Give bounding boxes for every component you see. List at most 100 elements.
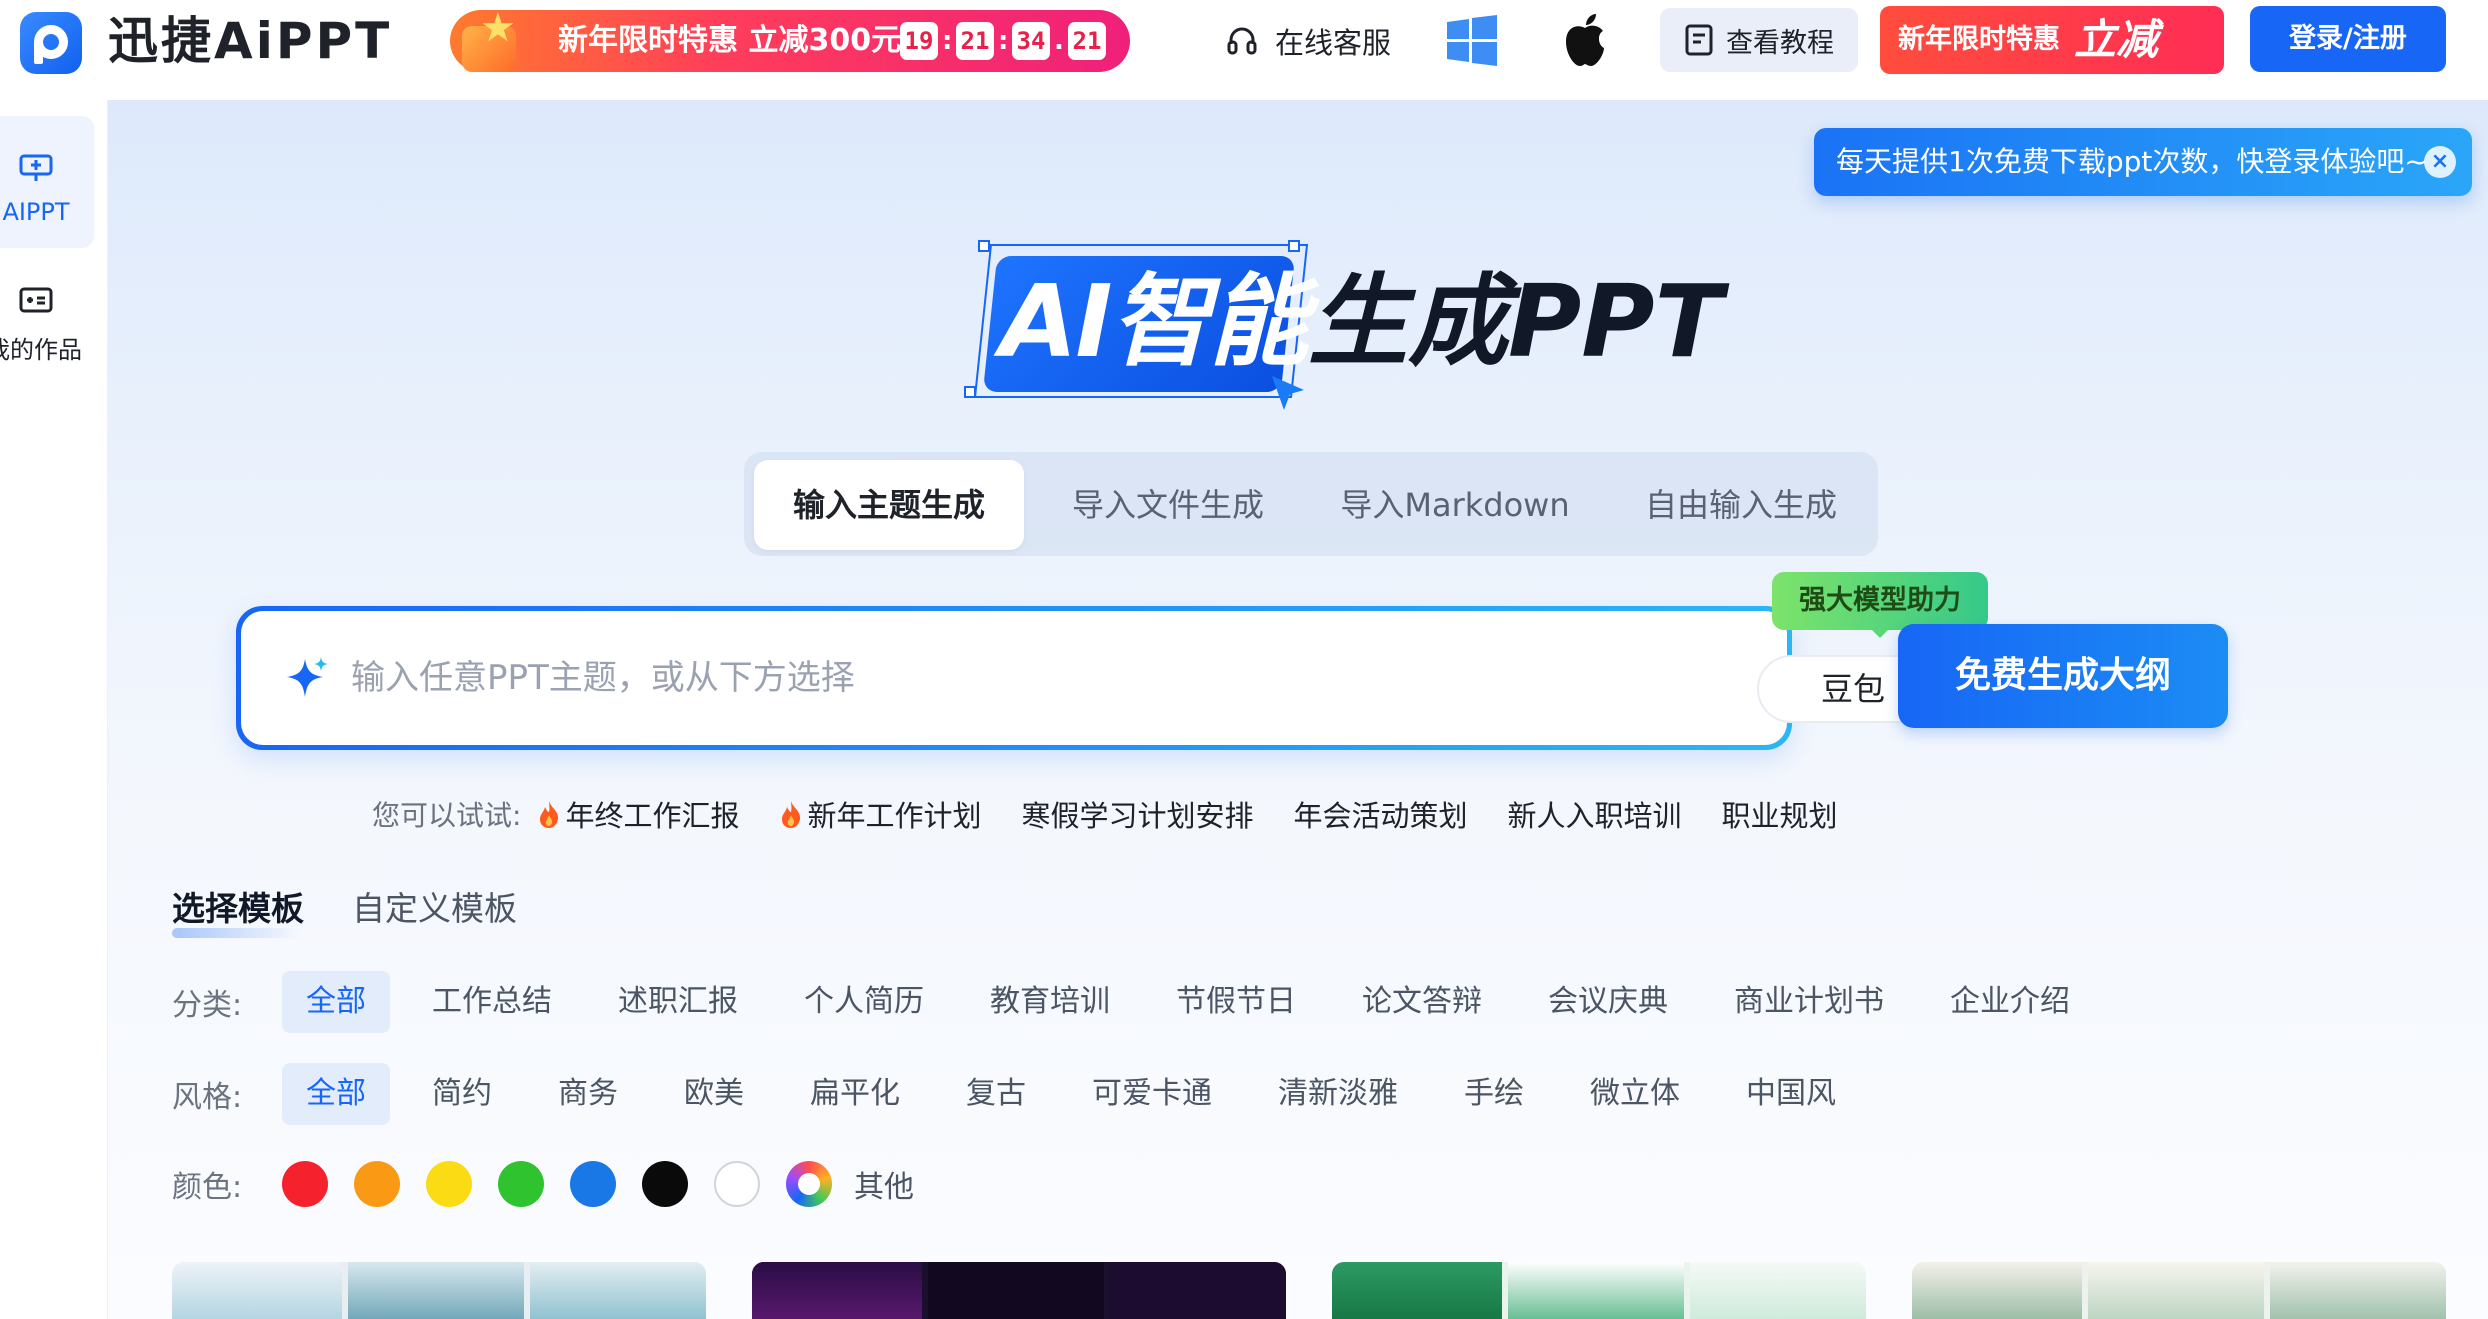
suggestion-chip[interactable]: 职业规划: [1722, 793, 1838, 835]
category-option[interactable]: 节假节日: [1152, 971, 1320, 1033]
top-header: 迅捷AiPPT ★ 新年限时特惠 立减300元 19 : 21 : 34 . 2…: [0, 0, 2488, 132]
template-grid: [172, 1262, 2472, 1319]
color-swatch-white[interactable]: [714, 1161, 760, 1207]
cursor-icon: [1272, 376, 1304, 410]
countdown-timer: 19 : 21 : 34 . 21: [900, 22, 1106, 60]
suggestion-chip[interactable]: 年终工作汇报: [537, 793, 739, 835]
style-option[interactable]: 商务: [534, 1063, 642, 1125]
promo-countdown-banner[interactable]: ★ 新年限时特惠 立减300元 19 : 21 : 34 . 21: [450, 8, 1130, 72]
color-swatch-other[interactable]: [786, 1161, 832, 1207]
sidebar-label-my-works: 我的作品: [0, 336, 82, 364]
template-card[interactable]: [752, 1262, 1286, 1319]
tab-free-input[interactable]: 自由输入生成: [1610, 460, 1872, 550]
topic-search-box: 豆包: [236, 606, 1999, 750]
model-badge: 强大模型助力: [1772, 572, 1988, 638]
style-option[interactable]: 手绘: [1440, 1063, 1548, 1125]
tab-select-template[interactable]: 选择模板: [172, 882, 304, 938]
countdown-minutes: 21: [956, 22, 994, 60]
sidebar-label-aippt: AIPPT: [2, 198, 70, 226]
apple-download-icon[interactable]: [1560, 12, 1610, 68]
tab-custom-template[interactable]: 自定义模板: [352, 882, 517, 930]
presentation-icon: [19, 154, 53, 181]
style-option[interactable]: 中国风: [1722, 1063, 1860, 1125]
login-register-button[interactable]: 登录/注册: [2250, 6, 2446, 72]
category-option[interactable]: 商业计划书: [1710, 971, 1908, 1033]
countdown-hours: 19: [900, 22, 938, 60]
style-option[interactable]: 欧美: [660, 1063, 768, 1125]
style-option[interactable]: 扁平化: [786, 1063, 924, 1125]
category-option[interactable]: 工作总结: [408, 971, 576, 1033]
tutorial-button[interactable]: 查看教程: [1660, 8, 1858, 72]
category-option[interactable]: 全部: [282, 971, 390, 1033]
countdown-seconds: 34: [1012, 22, 1050, 60]
promo-text: 新年限时特惠 立减300元: [558, 23, 902, 58]
template-card[interactable]: [1332, 1262, 1866, 1319]
hero-title-text: 生成PPT: [1308, 263, 1723, 380]
promo-discount-button[interactable]: 新年限时特惠 立减300: [1880, 6, 2224, 132]
color-swatch-black[interactable]: [642, 1161, 688, 1207]
tab-topic-generate[interactable]: 输入主题生成: [754, 460, 1024, 550]
suggestion-chip[interactable]: 年会活动策划: [1293, 793, 1467, 835]
main-content: 每天提供1次免费下载ppt次数，快登录体验吧~ × AI智能 生成PPT 输入主…: [108, 100, 2488, 1319]
close-icon[interactable]: ×: [2424, 146, 2456, 178]
generate-outline-button[interactable]: 免费生成大纲: [1898, 624, 2228, 728]
color-filter: 颜色: 其他: [172, 1152, 914, 1216]
style-option[interactable]: 清新淡雅: [1254, 1063, 1422, 1125]
gift-icon: ★: [450, 4, 540, 78]
suggestion-lead: 您可以试试:: [372, 799, 522, 832]
online-service-label: 在线客服: [1275, 26, 1392, 60]
countdown-centiseconds: 21: [1068, 22, 1106, 60]
windows-download-icon[interactable]: [1445, 14, 1499, 68]
color-swatch-blue[interactable]: [570, 1161, 616, 1207]
suggestion-chip[interactable]: 新年工作计划: [779, 793, 981, 835]
style-filter-key: 风格:: [172, 1080, 243, 1115]
style-option[interactable]: 可爱卡通: [1068, 1063, 1236, 1125]
left-sidebar: AIPPT 我的作品: [0, 100, 108, 1319]
template-card[interactable]: [1912, 1262, 2446, 1319]
style-filter: 风格: 全部 简约 商务 欧美 扁平化 复古 可爱卡通 清新淡雅 手绘 微立体 …: [172, 1062, 1878, 1126]
style-option[interactable]: 复古: [942, 1063, 1050, 1125]
style-option[interactable]: 简约: [408, 1063, 516, 1125]
suggestion-chip[interactable]: 寒假学习计划安排: [1021, 793, 1253, 835]
input-mode-tabs: 输入主题生成 导入文件生成 导入Markdown 自由输入生成: [744, 452, 1878, 556]
tutorial-label: 查看教程: [1726, 27, 1834, 59]
promo-discount-small: 新年限时特惠: [1898, 24, 2060, 55]
category-filter-key: 分类:: [172, 988, 243, 1023]
category-option[interactable]: 企业介绍: [1926, 971, 2094, 1033]
card-icon: [19, 287, 53, 313]
model-select-value: 豆包: [1821, 670, 1886, 708]
hero-title: AI智能 生成PPT: [964, 240, 1778, 410]
suggestion-row: 您可以试试: 年终工作汇报 新年工作计划 寒假学习计划安排 年会活动策划 新人入…: [372, 790, 1878, 838]
template-tabs: 选择模板 自定义模板: [172, 878, 517, 938]
toast-text: 每天提供1次免费下载ppt次数，快登录体验吧~: [1836, 145, 2428, 178]
template-card[interactable]: [172, 1262, 706, 1319]
topic-input[interactable]: [351, 641, 1211, 715]
tab-import-markdown[interactable]: 导入Markdown: [1310, 460, 1600, 550]
style-option[interactable]: 全部: [282, 1063, 390, 1125]
sidebar-item-aippt[interactable]: AIPPT: [0, 116, 94, 248]
category-option[interactable]: 个人简历: [780, 971, 948, 1033]
category-option[interactable]: 会议庆典: [1524, 971, 1692, 1033]
fire-icon: [540, 801, 559, 828]
color-swatch-green[interactable]: [498, 1161, 544, 1207]
online-service-link[interactable]: 在线客服: [1225, 18, 1391, 64]
brand-logo-icon[interactable]: [20, 12, 82, 74]
tab-import-file[interactable]: 导入文件生成: [1034, 460, 1302, 550]
fire-icon: [782, 801, 801, 828]
color-swatch-yellow[interactable]: [426, 1161, 472, 1207]
document-icon: [1685, 24, 1713, 56]
category-option[interactable]: 教育培训: [966, 971, 1134, 1033]
suggestion-chip[interactable]: 新人入职培训: [1508, 793, 1682, 835]
brand-name[interactable]: 迅捷AiPPT: [108, 8, 392, 74]
style-option[interactable]: 微立体: [1566, 1063, 1704, 1125]
category-option[interactable]: 述职汇报: [594, 971, 762, 1033]
color-swatch-orange[interactable]: [354, 1161, 400, 1207]
model-badge-text: 强大模型助力: [1799, 585, 1961, 616]
color-other-label[interactable]: 其他: [854, 1162, 914, 1206]
sidebar-item-my-works[interactable]: 我的作品: [0, 248, 94, 380]
headset-icon: [1227, 27, 1257, 55]
hero-highlight: AI智能: [1000, 263, 1309, 380]
color-swatch-red[interactable]: [282, 1161, 328, 1207]
category-option[interactable]: 论文答辩: [1338, 971, 1506, 1033]
category-filter: 分类: 全部 工作总结 述职汇报 个人简历 教育培训 节假节日 论文答辩 会议庆…: [172, 970, 2112, 1034]
